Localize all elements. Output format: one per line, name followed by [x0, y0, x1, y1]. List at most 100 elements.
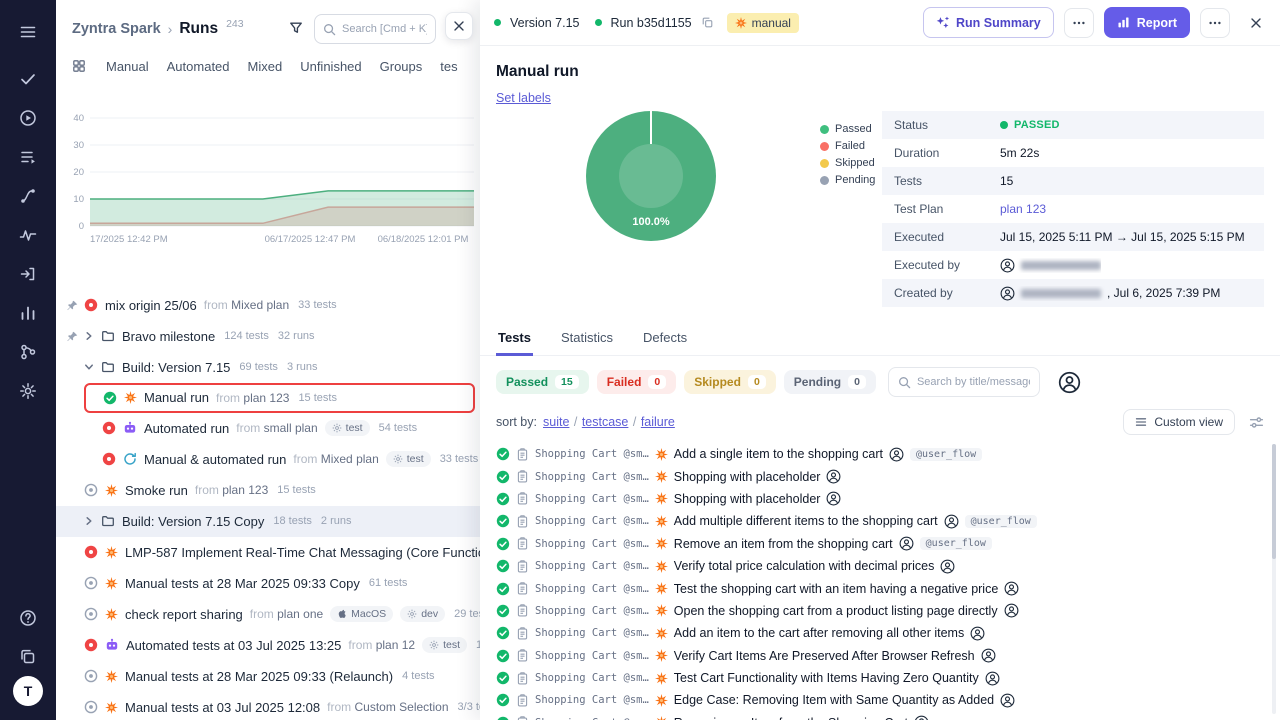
assignee-icon[interactable]: [985, 671, 1000, 686]
assignee-icon[interactable]: [826, 469, 841, 484]
test-row[interactable]: Shopping Cart @sm…Edge Case: Removing It…: [480, 689, 1280, 711]
run-row[interactable]: Bravo milestone124 tests32 runs: [56, 321, 480, 352]
chip-failed[interactable]: Failed0: [597, 370, 677, 394]
run-row[interactable]: Build: Version 7.15 Copy18 tests2 runs: [56, 506, 480, 537]
assignee-icon[interactable]: [1000, 693, 1015, 708]
chip-passed[interactable]: Passed15: [496, 370, 589, 394]
test-row[interactable]: Shopping Cart @sm…Verify total price cal…: [480, 555, 1280, 577]
assignee-icon[interactable]: [944, 514, 959, 529]
more-button-2[interactable]: [1200, 8, 1230, 38]
sort-testcase[interactable]: testcase: [582, 415, 629, 429]
run-from: from Custom Selection: [327, 700, 448, 714]
run-row[interactable]: Automated runfrom small plantest54 tests: [56, 413, 480, 444]
assignee-icon[interactable]: [826, 491, 841, 506]
left-tab-mixed[interactable]: Mixed: [248, 59, 283, 74]
run-row[interactable]: Manual & automated runfrom Mixed plantes…: [56, 444, 480, 475]
assignee-filter-button[interactable]: [1058, 371, 1081, 394]
test-row[interactable]: Shopping Cart @sm…Add an item to the car…: [480, 622, 1280, 644]
left-tab-manual[interactable]: Manual: [106, 59, 149, 74]
test-row[interactable]: Shopping Cart @sm…Shopping with placehol…: [480, 465, 1280, 487]
test-row[interactable]: Shopping Cart @sm…Shopping with placehol…: [480, 488, 1280, 510]
menu-icon[interactable]: [8, 12, 48, 51]
test-row[interactable]: Shopping Cart @sm…Removing an Item from …: [480, 712, 1280, 720]
test-row[interactable]: Shopping Cart @sm…Open the shopping cart…: [480, 600, 1280, 622]
run-row[interactable]: Automated tests at 03 Jul 2025 13:25from…: [56, 630, 480, 661]
reports-icon[interactable]: [8, 293, 48, 332]
projects-icon[interactable]: [8, 637, 48, 676]
run-row[interactable]: Build: Version 7.1569 tests3 runs: [56, 352, 480, 383]
assignee-icon[interactable]: [1004, 603, 1019, 618]
assignee-icon[interactable]: [1004, 581, 1019, 596]
analytics-icon[interactable]: [8, 215, 48, 254]
test-row[interactable]: Shopping Cart @sm…Test the shopping cart…: [480, 577, 1280, 599]
breadcrumb-project[interactable]: Zyntra Spark: [72, 21, 161, 37]
assignee-icon[interactable]: [981, 648, 996, 663]
runs-search[interactable]: [314, 14, 436, 44]
test-plan-link[interactable]: plan 123: [1000, 202, 1046, 216]
user-avatar-icon: [1000, 286, 1015, 301]
test-cases-icon[interactable]: [8, 137, 48, 176]
assignee-icon[interactable]: [940, 559, 955, 574]
runs-search-input[interactable]: [342, 23, 427, 35]
flows-icon[interactable]: [8, 176, 48, 215]
filter-button[interactable]: [285, 17, 307, 42]
folder-icon: [101, 514, 115, 528]
run-row[interactable]: Manual tests at 28 Mar 2025 09:33 (Relau…: [56, 661, 480, 692]
custom-view-button[interactable]: Custom view: [1123, 409, 1235, 435]
run-row[interactable]: Manual tests at 03 Jul 2025 12:08from Cu…: [56, 692, 480, 720]
branches-icon[interactable]: [8, 332, 48, 371]
close-run-button[interactable]: [1246, 13, 1266, 33]
run-row[interactable]: LMP-587 Implement Real-Time Chat Messagi…: [56, 537, 480, 568]
assignee-icon[interactable]: [914, 715, 929, 720]
chip-pending[interactable]: Pending0: [784, 370, 876, 394]
share-icon[interactable]: [8, 254, 48, 293]
tests-search[interactable]: [888, 367, 1040, 397]
test-title: Shopping with placeholder: [674, 470, 821, 484]
sort-suite[interactable]: suite: [543, 415, 569, 429]
assignee-icon[interactable]: [889, 447, 904, 462]
chevron-down-icon[interactable]: [84, 362, 94, 372]
tab-defects[interactable]: Defects: [641, 321, 689, 356]
test-tag: @user_flow: [965, 515, 1037, 528]
view-settings-icon[interactable]: [1249, 415, 1264, 430]
chevron-right-icon[interactable]: [84, 516, 94, 526]
set-labels-link[interactable]: Set labels: [496, 91, 551, 105]
assignee-icon[interactable]: [970, 626, 985, 641]
run-row[interactable]: mix origin 25/06from Mixed plan33 tests: [56, 290, 480, 321]
run-row[interactable]: Manual tests at 28 Mar 2025 09:33 Copy61…: [56, 568, 480, 599]
copy-icon[interactable]: [701, 16, 714, 29]
close-panel-button[interactable]: [445, 12, 473, 40]
user-avatar[interactable]: T: [13, 676, 43, 706]
left-tab-unfinished[interactable]: Unfinished: [300, 59, 361, 74]
more-button[interactable]: [1064, 8, 1094, 38]
chevron-right-icon[interactable]: [84, 331, 94, 341]
version-label[interactable]: Version 7.15: [510, 16, 580, 30]
help-icon[interactable]: [8, 598, 48, 637]
left-tab-automated[interactable]: Automated: [167, 59, 230, 74]
scrollbar[interactable]: [1272, 444, 1276, 714]
sort-failure[interactable]: failure: [641, 415, 675, 429]
tab-tests[interactable]: Tests: [496, 321, 533, 356]
test-row[interactable]: Shopping Cart @sm…Verify Cart Items Are …: [480, 645, 1280, 667]
scrollbar-thumb[interactable]: [1272, 444, 1276, 559]
report-button[interactable]: Report: [1104, 7, 1190, 38]
run-row[interactable]: Manual runfrom plan 12315 tests: [84, 383, 475, 413]
assignee-icon[interactable]: [899, 536, 914, 551]
results-icon[interactable]: [8, 59, 48, 98]
test-row[interactable]: Shopping Cart @sm…Remove an item from th…: [480, 533, 1280, 555]
tests-search-input[interactable]: [917, 376, 1030, 388]
settings-icon[interactable]: [8, 371, 48, 410]
sort-label: sort by:: [496, 415, 537, 429]
test-row[interactable]: Shopping Cart @sm…Add multiple different…: [480, 510, 1280, 532]
view-grid-icon[interactable]: [72, 59, 86, 73]
run-summary-button[interactable]: Run Summary: [923, 7, 1054, 38]
test-row[interactable]: Shopping Cart @sm…Add a single item to t…: [480, 443, 1280, 465]
chip-skipped[interactable]: Skipped0: [684, 370, 776, 394]
test-row[interactable]: Shopping Cart @sm…Test Cart Functionalit…: [480, 667, 1280, 689]
run-row[interactable]: Smoke runfrom plan 12315 tests: [56, 475, 480, 506]
tab-statistics[interactable]: Statistics: [559, 321, 615, 356]
runs-icon[interactable]: [8, 98, 48, 137]
left-tab-groups[interactable]: Groups: [380, 59, 423, 74]
run-row[interactable]: check report sharingfrom plan oneMacOSde…: [56, 599, 480, 630]
left-tab-tes[interactable]: tes: [440, 59, 457, 74]
